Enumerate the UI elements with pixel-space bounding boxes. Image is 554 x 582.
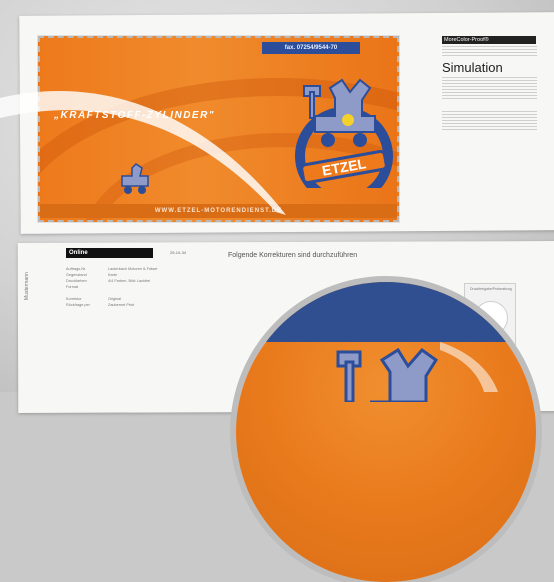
etzel-mascot-logo: ETZEL bbox=[295, 78, 393, 188]
vertical-label: Mustermann bbox=[24, 272, 30, 300]
corrections-heading: Folgende Korrekturen sind durchzuführen bbox=[228, 252, 358, 259]
card-fax-label: fax. 07254/9544-70 bbox=[262, 42, 360, 54]
order-meta: Auftrags-Nr. Lauterbach Motoren & Fräser … bbox=[66, 266, 196, 308]
morecolor-badge: MoreColor-Proof® bbox=[442, 36, 536, 44]
magnified-mascot-icon bbox=[336, 347, 439, 402]
online-label: Online bbox=[66, 248, 153, 258]
simulation-heading: Simulation bbox=[442, 60, 503, 75]
proof-sidebar: MoreColor-Proof® Simulation bbox=[442, 36, 537, 212]
meta-row: Rückfrage per Zaubernet Print bbox=[66, 303, 135, 307]
magnified-logo-bubble bbox=[236, 282, 536, 582]
business-card: fax. 07254/9544-70 „KRAFTSTOFF-ZYLINDER"… bbox=[37, 35, 400, 223]
small-mascot-icon bbox=[121, 163, 149, 194]
card-website: WWW.ETZEL-MOTORENDIENST.DE bbox=[40, 204, 397, 218]
form-date: 25-10-34 bbox=[170, 250, 187, 255]
